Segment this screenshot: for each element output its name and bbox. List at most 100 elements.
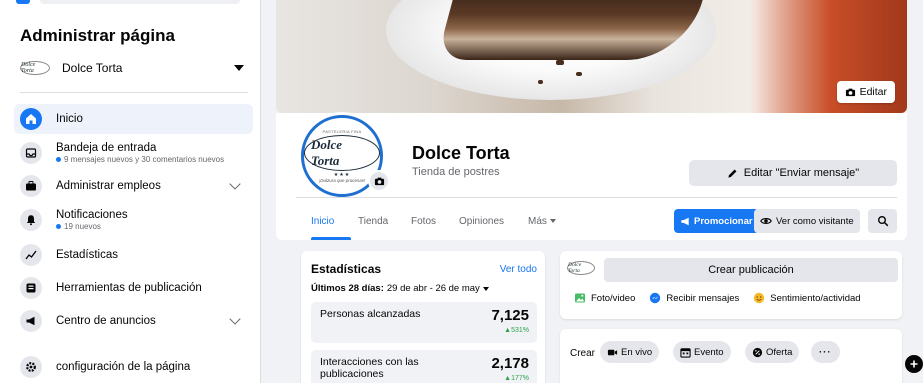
page-header: PASTELERIA FINA Dolce Torta ★★★ ¡Dulzura… — [276, 113, 907, 240]
sidebar-item-sub: 19 nuevos — [56, 222, 128, 231]
notifications-count: 19 nuevos — [64, 222, 101, 231]
page-switcher[interactable]: Dolce Torta Dolce Torta — [20, 54, 248, 82]
tab-fotos[interactable]: Fotos — [411, 216, 436, 227]
date-range-selector[interactable]: Últimos 28 días: 29 de abr - 26 de may — [311, 283, 489, 294]
messenger-icon — [650, 292, 661, 304]
logo-tagline: ¡Dulzura que procesas! — [318, 178, 366, 183]
metric-label: Personas alcanzadas — [320, 308, 421, 320]
publishing-tools-icon — [20, 277, 42, 299]
caret-down-icon[interactable] — [234, 65, 244, 71]
metric-label: Interacciones con las publicaciones — [320, 356, 419, 380]
sidebar-item-herramientas[interactable]: Herramientas de publicación — [14, 275, 253, 301]
stats-card: Estadísticas Ver todo Últimos 28 días: 2… — [301, 251, 545, 383]
sidebar-divider — [20, 92, 248, 93]
sidebar-item-label: Herramientas de publicación — [56, 282, 202, 294]
plus-icon — [910, 360, 918, 368]
create-post-card: Dolce Torta Crear publicación Foto/video… — [560, 251, 902, 319]
camera-icon — [374, 177, 384, 185]
unread-dot — [56, 157, 61, 162]
view-as-visitor-button[interactable]: Ver como visitante — [754, 209, 860, 233]
post-actions: Foto/video Recibir mensajes Sentimiento/… — [574, 292, 875, 304]
sidebar-item-label: Notificaciones — [56, 209, 128, 221]
tab-opiniones[interactable]: Opiniones — [459, 216, 504, 227]
sidebar-item-label: Estadísticas — [56, 249, 118, 261]
page-switcher-name: Dolce Torta — [62, 61, 123, 75]
chevron-down-icon[interactable] — [229, 178, 241, 190]
tab-tienda[interactable]: Tienda — [358, 216, 388, 227]
live-video-button[interactable]: En vivo — [600, 341, 660, 363]
get-messages-button[interactable]: Recibir mensajes — [649, 292, 739, 304]
sidebar-item-label: Centro de anuncios — [56, 315, 156, 327]
page-title: Dolce Torta — [412, 143, 510, 163]
metric-reach[interactable]: Personas alcanzadas 7,125 ▲531% — [311, 302, 537, 343]
photo-icon — [575, 293, 585, 303]
gear-icon — [20, 356, 42, 378]
metric-value: 7,125 — [491, 307, 529, 324]
smiley-icon — [754, 292, 765, 304]
edit-cover-button[interactable]: Editar — [836, 81, 895, 103]
date-range-label: Últimos 28 días: — [311, 283, 384, 294]
create-post-button[interactable]: Crear publicación — [604, 258, 898, 282]
sidebar-item-configuracion[interactable]: configuración de la página — [14, 355, 253, 379]
promote-button[interactable]: Promocionar — [674, 209, 759, 233]
logo-main-text: Dolce Torta — [304, 135, 380, 171]
briefcase-icon — [20, 175, 42, 197]
stats-title: Estadísticas — [311, 262, 382, 276]
sidebar-item-inicio[interactable]: Inicio — [14, 104, 253, 134]
inbox-icon — [20, 142, 42, 164]
live-video-label: En vivo — [621, 346, 653, 358]
new-message-button[interactable] — [905, 355, 923, 373]
cover-crumb — [576, 72, 582, 76]
date-range-value: 29 de abr - 26 de may — [386, 283, 480, 294]
metric-engagement[interactable]: Interacciones con las publicaciones 2,17… — [311, 350, 537, 383]
chart-icon — [20, 244, 42, 266]
sidebar-item-label: Inicio — [56, 113, 83, 125]
post-avatar: Dolce Torta — [567, 261, 595, 275]
video-camera-icon — [607, 349, 618, 355]
view-as-visitor-label: Ver como visitante — [776, 215, 854, 227]
cover-crumb — [538, 80, 543, 84]
metric-value: 2,178 — [491, 355, 529, 372]
main-content: Editar PASTELERIA FINA Dolce Torta ★★★ ¡… — [261, 0, 923, 383]
tabs-divider — [296, 197, 897, 198]
edit-send-message-label: Editar "Enviar mensaje" — [743, 167, 860, 179]
unread-dot — [56, 224, 61, 229]
create-actions-card: Crear En vivo Evento Oferta ··· — [560, 329, 902, 383]
metric-delta: ▲531% — [504, 327, 529, 334]
event-button[interactable]: Evento — [673, 341, 731, 363]
photo-video-button[interactable]: Foto/video — [574, 292, 635, 304]
offer-label: Oferta — [766, 346, 793, 358]
eye-icon — [760, 218, 772, 224]
tab-inicio[interactable]: Inicio — [311, 216, 334, 227]
sidebar-item-label: configuración de la página — [56, 361, 191, 373]
sidebar-item-label: Administrar empleos — [56, 180, 161, 192]
tab-mas[interactable]: Más — [528, 216, 556, 227]
feeling-activity-label: Sentimiento/actividad — [770, 292, 861, 304]
edit-send-message-button[interactable]: Editar "Enviar mensaje" — [689, 160, 897, 186]
sidebar-item-bandeja[interactable]: Bandeja de entrada 9 mensajes nuevos y 3… — [14, 138, 253, 168]
sidebar-item-empleos[interactable]: Administrar empleos — [14, 173, 253, 199]
search-button[interactable] — [868, 209, 897, 233]
promote-label: Promocionar — [694, 215, 753, 227]
feeling-activity-button[interactable]: Sentimiento/actividad — [753, 292, 861, 304]
sidebar-item-notificaciones[interactable]: Notificaciones 19 nuevos — [14, 205, 253, 235]
offer-button[interactable]: Oferta — [745, 341, 800, 363]
chevron-down-icon[interactable] — [229, 313, 241, 325]
change-profile-photo-button[interactable] — [368, 170, 390, 192]
logo-top-text: PASTELERIA FINA — [322, 129, 362, 134]
metric-delta: ▲177% — [504, 375, 529, 382]
get-messages-label: Recibir mensajes — [666, 292, 740, 304]
megaphone-icon — [20, 310, 42, 332]
sidebar-item-anuncios[interactable]: Centro de anuncios — [14, 308, 253, 334]
top-bar — [40, 0, 240, 4]
sidebar-title: Administrar página — [20, 26, 175, 45]
page-category: Tienda de postres — [412, 166, 500, 178]
caret-down-icon — [482, 286, 489, 291]
bell-icon — [20, 209, 42, 231]
more-options-button[interactable]: ··· — [811, 341, 840, 363]
sidebar-item-label: Bandeja de entrada — [56, 142, 157, 154]
see-all-link[interactable]: Ver todo — [500, 264, 537, 275]
sidebar-item-estadisticas[interactable]: Estadísticas — [14, 242, 253, 268]
photo-video-label: Foto/video — [591, 292, 636, 304]
sidebar-item-sub: 9 mensajes nuevos y 30 comentarios nuevo… — [56, 155, 224, 164]
